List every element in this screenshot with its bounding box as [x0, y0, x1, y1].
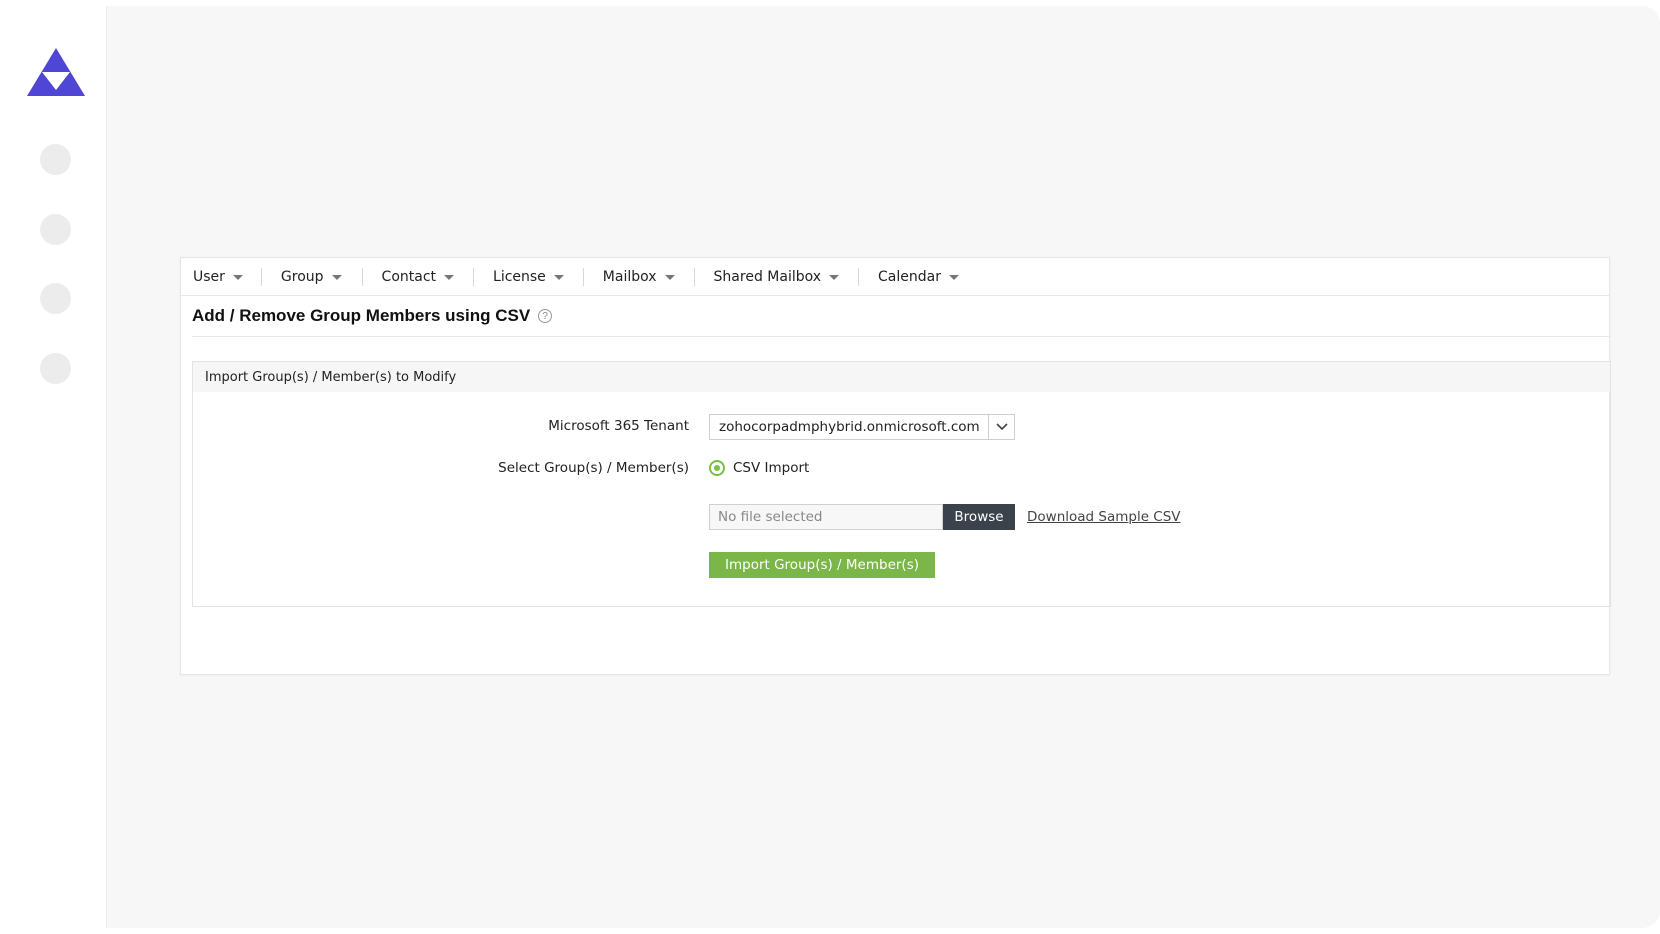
- chevron-down-icon: [664, 275, 675, 280]
- menu-mailbox-label: Mailbox: [602, 268, 657, 285]
- import-members-button[interactable]: Import Group(s) / Member(s): [709, 552, 935, 578]
- menu-calendar-label: Calendar: [878, 268, 941, 285]
- sidebar-nav-item-2[interactable]: [40, 214, 71, 245]
- tenant-select-value: zohocorpadmphybrid.onmicrosoft.com: [719, 419, 980, 435]
- menu-license[interactable]: License: [474, 267, 584, 286]
- csv-import-option[interactable]: CSV Import: [709, 460, 809, 476]
- tenant-select[interactable]: zohocorpadmphybrid.onmicrosoft.com: [709, 414, 1015, 440]
- chevron-down-icon: [331, 275, 342, 280]
- sidebar: [8, 6, 107, 928]
- chevron-down-icon: [948, 275, 959, 280]
- menu-contact-label: Contact: [381, 268, 437, 285]
- sidebar-nav-item-1[interactable]: [40, 144, 71, 175]
- page-title-text: Add / Remove Group Members using CSV: [192, 306, 531, 325]
- menu-license-label: License: [493, 268, 546, 285]
- chevron-down-icon: [553, 275, 564, 280]
- chevron-down-icon[interactable]: [988, 415, 1014, 439]
- app-window: User Group Contact License Mailbox Share…: [8, 6, 1660, 928]
- csv-import-radio[interactable]: [709, 460, 725, 476]
- sidebar-nav-item-3[interactable]: [40, 283, 71, 314]
- menu-mailbox[interactable]: Mailbox: [584, 267, 695, 286]
- top-menu-bar: User Group Contact License Mailbox Share…: [181, 258, 1609, 296]
- menu-shared-mailbox-label: Shared Mailbox: [713, 268, 822, 285]
- chevron-down-icon: [444, 275, 455, 280]
- triangle-logo-icon[interactable]: [27, 48, 85, 96]
- select-members-label: Select Group(s) / Member(s): [498, 460, 689, 476]
- download-sample-csv-link[interactable]: Download Sample CSV: [1027, 509, 1181, 525]
- main-panel: User Group Contact License Mailbox Share…: [180, 257, 1611, 675]
- menu-group-label: Group: [280, 268, 324, 285]
- file-input[interactable]: No file selected: [709, 504, 943, 530]
- chevron-down-icon: [232, 275, 243, 280]
- chevron-down-icon: [829, 275, 840, 280]
- menu-group[interactable]: Group: [262, 267, 363, 286]
- menu-shared-mailbox[interactable]: Shared Mailbox: [695, 267, 860, 286]
- import-section: Import Group(s) / Member(s) to Modify Mi…: [192, 361, 1611, 607]
- menu-user-label: User: [193, 268, 225, 285]
- help-icon[interactable]: ?: [538, 309, 553, 323]
- page-title: Add / Remove Group Members using CSV ?: [192, 306, 553, 326]
- tenant-label: Microsoft 365 Tenant: [548, 418, 689, 434]
- csv-import-label: CSV Import: [733, 460, 810, 476]
- section-header: Import Group(s) / Member(s) to Modify: [193, 362, 1610, 392]
- browse-button[interactable]: Browse: [943, 504, 1015, 530]
- menu-calendar[interactable]: Calendar: [859, 268, 971, 286]
- divider: [192, 336, 1611, 337]
- menu-contact[interactable]: Contact: [363, 267, 475, 286]
- sidebar-nav-item-4[interactable]: [40, 353, 71, 384]
- menu-user[interactable]: User: [193, 267, 262, 286]
